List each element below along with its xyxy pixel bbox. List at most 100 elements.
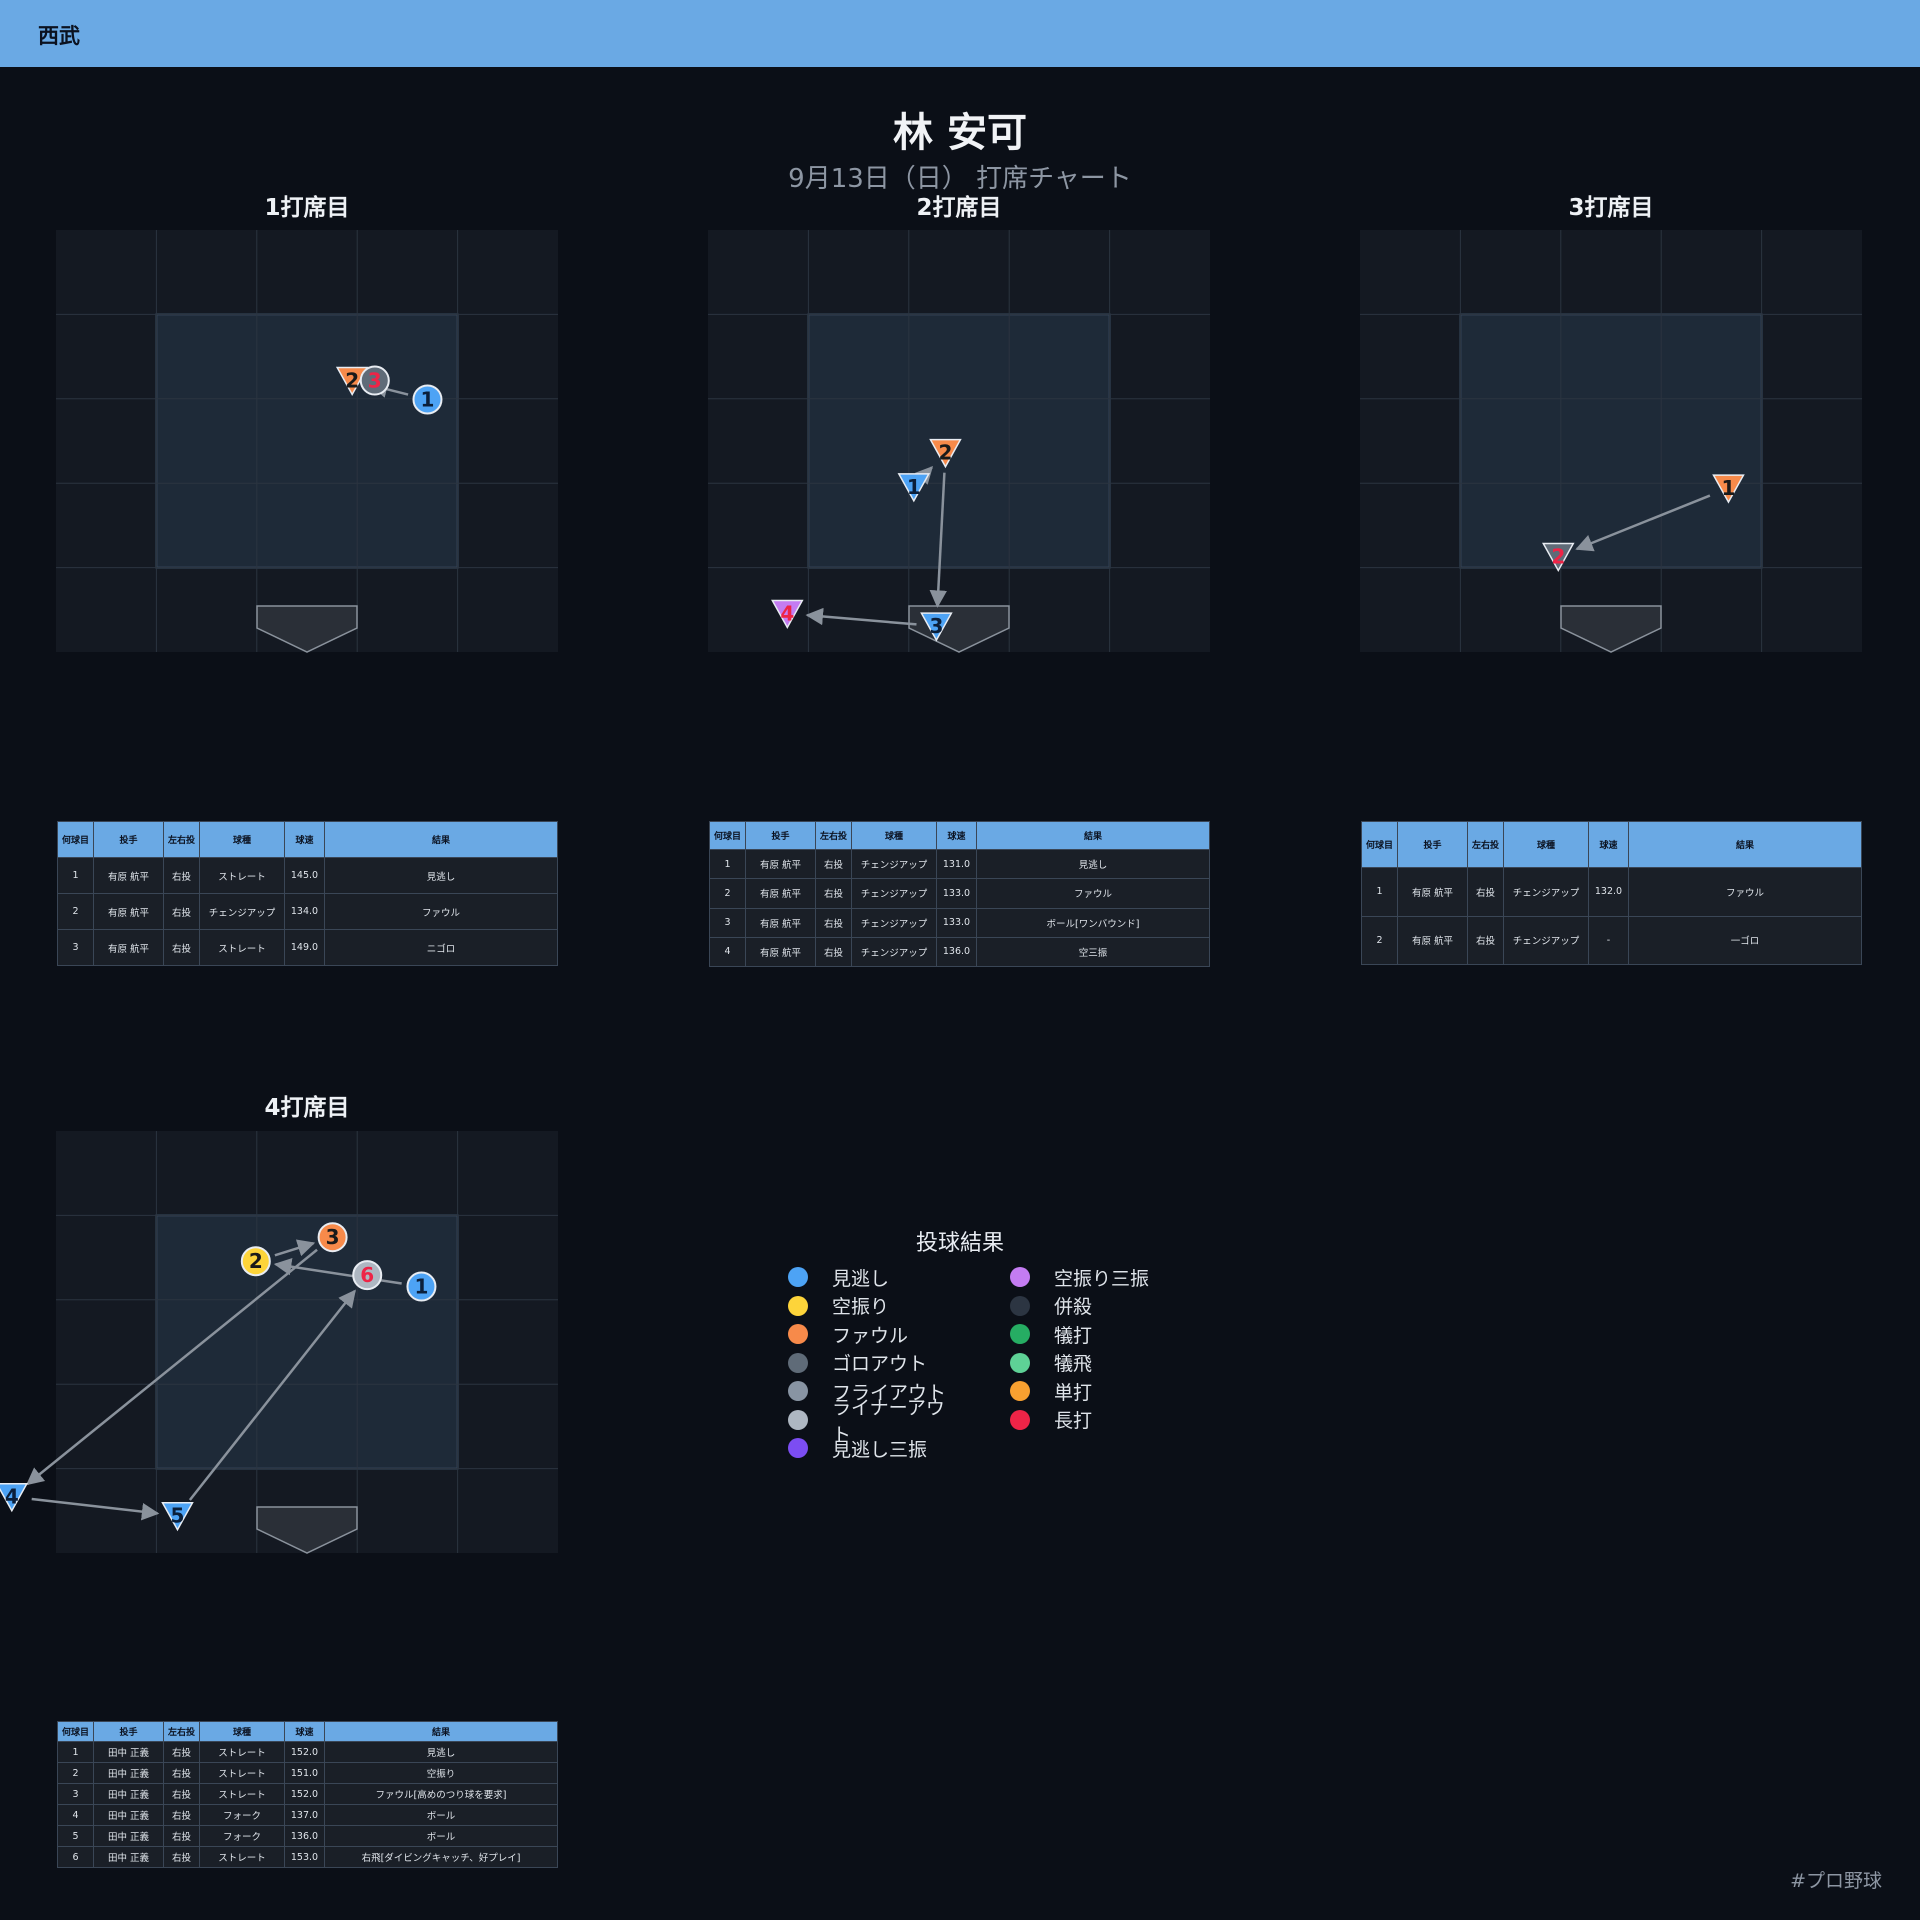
legend-title: 投球結果	[915, 1231, 1004, 1256]
legend-label: 長打	[1054, 1410, 1093, 1433]
strike-zone-chart-4: 1 2 3 4 5 6	[0, 1131, 558, 1554]
table-cell: 136.0	[284, 1825, 325, 1847]
legend-item: 空振り	[740, 1292, 950, 1321]
table-row: 1 有原 航平 右投 チェンジアップ 132.0 ファウル	[1361, 867, 1862, 917]
team-name: 西武	[38, 24, 80, 48]
table-cell: 133.0	[936, 907, 977, 938]
legend-swatch	[1010, 1352, 1030, 1373]
pitch-number-label: 1	[1722, 476, 1736, 500]
table-cell: チェンジアップ	[199, 893, 285, 930]
legend-item: 見逃し三振	[740, 1434, 950, 1463]
legend-label: 犠打	[1054, 1324, 1093, 1347]
table-cell: 右投	[163, 1846, 200, 1868]
table-cell: 右投	[163, 893, 200, 930]
table-cell: 空三振	[976, 936, 1210, 968]
legend-swatch	[788, 1295, 808, 1316]
table-cell: 6	[57, 1846, 94, 1868]
table-cell: ストレート	[199, 1783, 285, 1805]
pitch-number-label: 2	[249, 1249, 263, 1273]
table-header-cell: 左右投	[1467, 821, 1504, 868]
table-row: 5 田中 正義 右投 フォーク 136.0 ボール	[57, 1825, 558, 1847]
table-cell: 1	[57, 857, 94, 894]
pa-title-1: 1打席目	[264, 195, 350, 221]
table-cell: 見逃し	[976, 848, 1210, 880]
legend-swatch	[788, 1352, 808, 1373]
table-cell: ボール[ワンバウンド]	[976, 907, 1210, 938]
table-cell: 153.0	[284, 1846, 325, 1868]
table-cell: 1	[57, 1741, 94, 1763]
table-cell: 152.0	[284, 1783, 325, 1805]
hashtag: #プロ野球	[1790, 1870, 1882, 1892]
table-cell: 右投	[1467, 915, 1504, 965]
table-cell: 右投	[163, 857, 200, 894]
strike-zone-chart-2: 12 3 4	[708, 230, 1210, 653]
table-cell: 田中 正義	[93, 1825, 164, 1847]
table-header-cell: 球速	[284, 1721, 325, 1742]
table-cell: 右投	[163, 929, 200, 966]
table-cell: 2	[57, 1762, 94, 1784]
table-cell: 有原 航平	[745, 907, 816, 938]
table-row: 6 田中 正義 右投 ストレート 153.0 右飛[ダイビングキャッチ、好プレイ]	[57, 1846, 558, 1868]
table-header-cell: 投手	[93, 1721, 164, 1742]
legend-swatch	[788, 1438, 808, 1459]
legend-label: 見逃し	[832, 1267, 890, 1290]
legend-label: 単打	[1054, 1381, 1093, 1404]
table-cell: ファウル[高めのつり球を要求]	[324, 1783, 558, 1805]
table-cell: 4	[57, 1804, 94, 1826]
table-row: 2 有原 航平 右投 チェンジアップ - 一ゴロ	[1361, 915, 1862, 965]
table-cell: 136.0	[936, 936, 977, 968]
legend-swatch	[788, 1267, 808, 1288]
table-cell: ストレート	[199, 929, 285, 966]
table-row: 4 田中 正義 右投 フォーク 137.0 ボール	[57, 1804, 558, 1826]
table-cell: 有原 航平	[1397, 915, 1468, 965]
table-header-cell: 左右投	[163, 821, 200, 858]
table-cell: 2	[57, 893, 94, 930]
table-cell: 見逃し	[324, 1741, 558, 1763]
table-cell: 151.0	[284, 1762, 325, 1784]
table-header-cell: 球速	[284, 821, 325, 858]
pa-title-3: 3打席目	[1568, 195, 1654, 221]
top-bar: 西武	[0, 0, 1920, 67]
table-cell: ストレート	[199, 1846, 285, 1868]
table-cell: 有原 航平	[745, 878, 816, 909]
table-header-cell: 結果	[324, 1721, 558, 1742]
pitch-number-label: 6	[360, 1263, 374, 1287]
pitch-number-label: 2	[345, 368, 359, 392]
table-cell: 2	[1361, 915, 1398, 965]
strike-zone	[155, 313, 459, 569]
table-cell: フォーク	[199, 1825, 285, 1847]
table-cell: 1	[1361, 867, 1398, 917]
table-cell: 右投	[163, 1825, 200, 1847]
table-header-cell: 何球目	[1361, 821, 1398, 868]
table-cell: 田中 正義	[93, 1762, 164, 1784]
table-row: 2 有原 航平 右投 チェンジアップ 133.0 ファウル	[709, 878, 1210, 909]
table-cell: 5	[57, 1825, 94, 1847]
pitch-table-2: 何球目 投手 左右投 球種 球速 結果 1 有原 航平 右投 チェンジアップ 131.0 見逃し 2 有原…	[709, 821, 1210, 968]
legend-label: 見逃し三振	[832, 1438, 928, 1461]
legend-swatch	[1010, 1267, 1030, 1288]
table-cell: 有原 航平	[93, 857, 164, 894]
table-cell: 132.0	[1588, 867, 1629, 917]
legend-swatch	[1010, 1381, 1030, 1402]
table-cell: 3	[57, 929, 94, 966]
table-header-cell: 何球目	[57, 1721, 94, 1742]
table-header-cell: 球種	[851, 821, 937, 850]
legend-label: 併殺	[1054, 1296, 1093, 1319]
strike-zone-chart-1: 1 2 3	[56, 230, 558, 653]
table-cell: 145.0	[284, 857, 325, 894]
strike-zone	[1459, 313, 1763, 569]
legend-item: ファウル	[740, 1320, 950, 1349]
table-header-cell: 左右投	[815, 821, 852, 850]
pitch-table-1: 何球目 投手 左右投 球種 球速 結果 1 有原 航平 右投 ストレート 145.0 見逃し 2 有原 航…	[57, 821, 558, 966]
strike-zone-chart-3: 12	[1360, 230, 1862, 653]
pitch-number-label: 2	[1551, 544, 1565, 568]
legend-item: 空振り三振	[950, 1263, 1160, 1292]
table-cell: 有原 航平	[745, 848, 816, 880]
table-header-cell: 球速	[936, 821, 977, 850]
table-header-cell: 左右投	[163, 1721, 200, 1742]
table-header-cell: 投手	[1397, 821, 1468, 868]
table-cell: 右飛[ダイビングキャッチ、好プレイ]	[324, 1846, 558, 1868]
legend-swatch	[788, 1409, 808, 1430]
legend-swatch	[1010, 1409, 1030, 1430]
table-header-cell: 何球目	[709, 821, 746, 850]
